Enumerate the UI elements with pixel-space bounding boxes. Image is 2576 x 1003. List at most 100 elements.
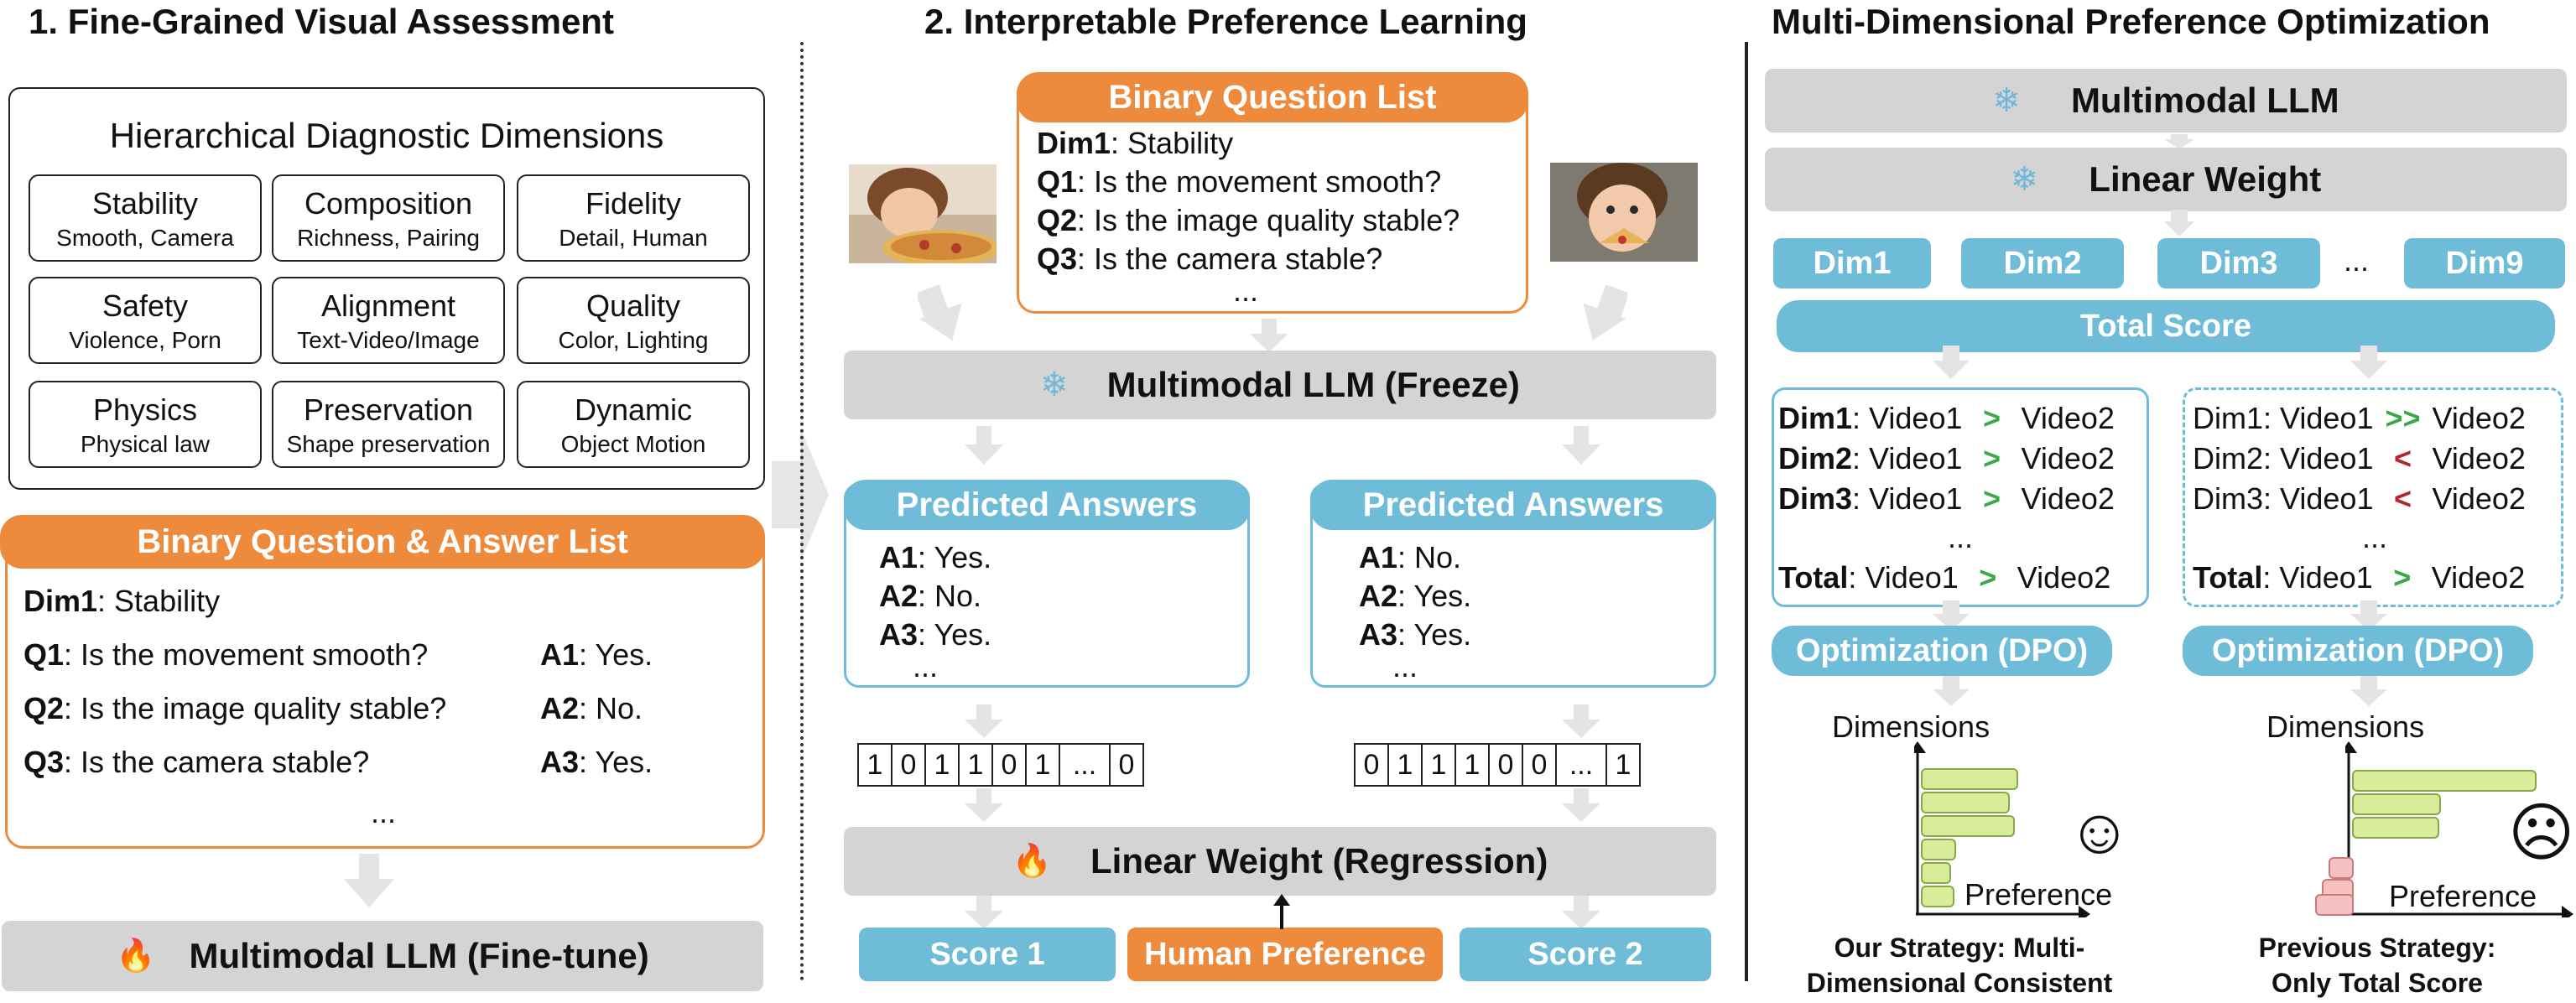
bq-dim: Dim1: Stability xyxy=(1037,126,1234,160)
predicted-answers-right-header: Predicted Answers xyxy=(1310,480,1716,530)
pred-right-ellipsis: ... xyxy=(1392,649,1418,683)
pred-left-a3: A3: Yes. xyxy=(879,617,992,652)
llm-freeze-box: ❄ Multimodal LLM (Freeze) xyxy=(844,351,1716,419)
bar-left-6 xyxy=(1921,886,1954,907)
dimension-sub: Smooth, Camera xyxy=(56,225,234,251)
binary-cell: 1 xyxy=(1615,748,1631,781)
binary-cell: 1 xyxy=(1456,745,1490,785)
arrow-up-icon xyxy=(1273,894,1290,929)
binary-cell: 0 xyxy=(1490,745,1523,785)
dimension-name: Fidelity xyxy=(585,186,682,221)
dimension-sub: Richness, Pairing xyxy=(297,225,480,251)
pred-right-a2: A2: Yes. xyxy=(1359,579,1472,613)
dimension-name: Quality xyxy=(585,288,681,323)
dims-ellipsis: ... xyxy=(2344,243,2370,278)
dimension-cell-preservation: Preservation Shape preservation xyxy=(272,381,505,468)
comparison-total-row: Total: Video1 > Video2 xyxy=(2193,560,2526,595)
dimension-cell-safety: Safety Violence, Porn xyxy=(29,277,262,364)
binary-cell: 1 xyxy=(926,745,960,785)
dim2-box: Dim2 xyxy=(1961,238,2124,288)
snowflake-icon: ❄ xyxy=(1992,82,2021,119)
comparison-total-row: Total: Video1 > Video2 xyxy=(1778,560,2111,595)
arrow-down-icon xyxy=(1583,285,1627,341)
arrow-down-icon xyxy=(965,704,1003,738)
optimization-dpo-right: Optimization (DPO) xyxy=(2183,626,2533,676)
score1-box: Score 1 xyxy=(859,928,1116,981)
comparison-row: Dim1: Video1 > Video2 xyxy=(1778,401,2115,435)
bar-right-3 xyxy=(2352,817,2439,839)
bar-right-6 xyxy=(2315,894,2354,916)
comparison-row: Dim3: Video1 > Video2 xyxy=(1778,481,2115,516)
qa-ellipsis: ... xyxy=(371,795,397,829)
bar-right-1 xyxy=(2352,770,2537,792)
caption-left-line1: Our Strategy: Multi- xyxy=(1834,933,2085,963)
dim1-box: Dim1 xyxy=(1773,238,1931,288)
chart-right-ylabel: Dimensions xyxy=(2266,709,2425,744)
dimension-name: Alignment xyxy=(320,288,456,323)
dimension-name: Preservation xyxy=(303,392,474,427)
dimension-sub: Detail, Human xyxy=(559,225,708,251)
bar-right-2 xyxy=(2352,793,2441,815)
dimension-cell-stability: Stability Smooth, Camera xyxy=(29,174,262,262)
llm-finetune-box: 🔥 Multimodal LLM (Fine-tune) xyxy=(2,921,763,991)
dimension-sub: Color, Lighting xyxy=(558,327,709,353)
comparison-ellipsis: ... xyxy=(2362,520,2388,554)
bq-q2: Q2: Is the image quality stable? xyxy=(1037,203,1460,237)
dimension-cell-alignment: Alignment Text-Video/Image xyxy=(272,277,505,364)
binary-vector-right: 0 1 1 1 0 0... 1 xyxy=(1354,743,1641,787)
qa-q1: Q1: Is the movement smooth? xyxy=(23,637,429,672)
snowflake-icon: ❄ xyxy=(1040,366,1069,403)
binary-cell: ... xyxy=(1060,745,1111,785)
bq-ellipsis: ... xyxy=(1233,273,1259,308)
separator-solid xyxy=(1745,42,1748,981)
multimodal-llm-box: ❄ Multimodal LLM xyxy=(1765,69,2567,133)
dimension-sub: Violence, Porn xyxy=(69,327,221,353)
snowflake-icon: ❄ xyxy=(2010,161,2039,198)
pred-left-ellipsis: ... xyxy=(913,649,939,683)
bar-left-4 xyxy=(1921,839,1956,860)
pred-left-a1: A1: Yes. xyxy=(879,540,992,574)
predicted-answers-left-header: Predicted Answers xyxy=(844,480,1250,530)
dimension-name: Dynamic xyxy=(574,392,693,427)
child-eating-pizza-image-right xyxy=(1550,163,1698,262)
dimension-sub: Object Motion xyxy=(560,431,706,457)
dimension-name: Safety xyxy=(101,288,189,323)
total-score-box: Total Score xyxy=(1777,300,2555,352)
arrow-down-icon xyxy=(918,285,962,341)
binary-cell: 0 xyxy=(1118,748,1135,781)
binary-cell: 1 xyxy=(960,745,993,785)
qa-a1: A1: Yes. xyxy=(540,637,653,672)
arrow-down-icon xyxy=(1562,426,1600,465)
dimension-sub: Shape preservation xyxy=(286,431,491,457)
dimension-sub: Text-Video/Image xyxy=(297,327,480,353)
binary-cell: 0 xyxy=(892,745,926,785)
child-eating-pizza-image-left xyxy=(849,164,997,263)
smile-icon: ☺ xyxy=(2067,796,2132,867)
arrow-down-icon xyxy=(1933,676,1970,706)
binary-cell: 0 xyxy=(993,745,1027,785)
qa-q3: Q3: Is the camera stable? xyxy=(23,745,370,779)
bar-left-3 xyxy=(1921,815,2015,837)
dimension-cell-dynamic: Dynamic Object Motion xyxy=(517,381,750,468)
bar-left-1 xyxy=(1921,768,2018,790)
section3-title: Multi-Dimensional Preference Optimizatio… xyxy=(1772,2,2490,41)
binary-cell: ... xyxy=(1557,745,1607,785)
arrow-down-icon xyxy=(1250,319,1288,352)
dimension-name: Physics xyxy=(92,392,198,427)
dim9-box: Dim9 xyxy=(2404,238,2565,288)
bar-right-4 xyxy=(2329,857,2354,879)
fire-icon: 🔥 xyxy=(116,938,156,974)
arrow-down-icon xyxy=(2164,210,2194,236)
comparison-row: Dim2: Video1 > Video2 xyxy=(1778,441,2115,476)
human-preference-box: Human Preference xyxy=(1127,928,1443,981)
dimension-sub: Physical law xyxy=(80,431,211,457)
arrow-down-icon xyxy=(344,854,394,907)
binary-vector-left: 1 0 1 1 0 1... 0 xyxy=(857,743,1144,787)
separator-dotted xyxy=(800,42,804,981)
binary-cell: 1 xyxy=(1423,745,1456,785)
arrow-down-icon xyxy=(965,896,1003,929)
section1-title: 1. Fine-Grained Visual Assessment xyxy=(29,2,614,41)
bq-q1: Q1: Is the movement smooth? xyxy=(1037,164,1442,199)
bar-left-2 xyxy=(1921,792,2010,813)
optimization-dpo-left: Optimization (DPO) xyxy=(1772,626,2112,676)
